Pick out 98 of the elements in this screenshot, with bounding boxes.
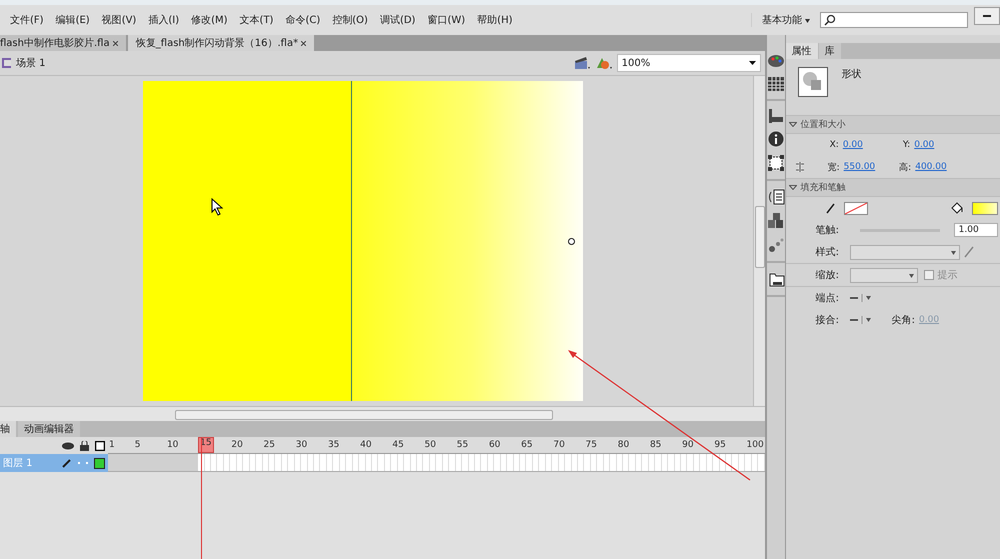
- align-icon[interactable]: [768, 109, 784, 123]
- menu-item[interactable]: 文本(T): [234, 13, 280, 27]
- close-icon[interactable]: [112, 41, 118, 46]
- x-value[interactable]: 0.00: [842, 140, 863, 150]
- document-tab[interactable]: 恢复_flash制作闪动背景（16）.fla*: [128, 35, 314, 51]
- stroke-swatch[interactable]: [844, 202, 868, 214]
- frame-number[interactable]: 100: [746, 440, 765, 450]
- join-style-dropdown[interactable]: [850, 316, 872, 324]
- scene-label: 场景 1: [16, 56, 46, 70]
- field-label: 笔触:: [816, 224, 840, 237]
- field-label: 缩放:: [816, 268, 840, 282]
- eye-icon[interactable]: [62, 442, 74, 450]
- scrollbar-thumb[interactable]: [754, 206, 765, 268]
- gradient-handle[interactable]: [568, 238, 575, 245]
- clapperboard-icon[interactable]: [572, 55, 591, 71]
- width-value[interactable]: 550.00: [844, 162, 876, 172]
- frame-number[interactable]: 75: [584, 440, 598, 450]
- frame-number[interactable]: 10: [166, 440, 180, 450]
- palette-icon[interactable]: [766, 53, 785, 69]
- playhead-line[interactable]: [201, 438, 202, 559]
- menu-item[interactable]: 编辑(E): [50, 13, 96, 27]
- field-label: X:: [830, 140, 839, 150]
- hint-checkbox[interactable]: [924, 270, 934, 280]
- pencil-icon: [62, 458, 72, 468]
- frame-number[interactable]: 25: [262, 440, 276, 450]
- search-icon: [824, 14, 836, 26]
- menu-item[interactable]: 帮助(H): [471, 13, 518, 27]
- field-label: 样式:: [816, 246, 840, 259]
- grid-icon[interactable]: [768, 77, 784, 91]
- frame-number[interactable]: 50: [424, 440, 437, 450]
- y-value[interactable]: 0.00: [914, 140, 934, 150]
- frame-number[interactable]: 70: [552, 440, 566, 450]
- panel-tab[interactable]: 属性: [786, 43, 818, 59]
- dots-icon[interactable]: [768, 237, 784, 253]
- panel-tab[interactable]: 轴: [0, 421, 16, 437]
- section-header[interactable]: 位置和大小: [786, 116, 1000, 134]
- frame-number[interactable]: 30: [294, 440, 308, 450]
- lock-icon[interactable]: [80, 440, 89, 450]
- search-field[interactable]: [820, 12, 968, 28]
- outline-icon[interactable]: [95, 440, 105, 450]
- pencil-icon[interactable]: [826, 202, 836, 214]
- cursor-icon: [211, 198, 225, 216]
- checkbox-label: 提示: [938, 269, 958, 282]
- fill-swatch[interactable]: [972, 202, 998, 214]
- panel-tab[interactable]: 库: [818, 43, 841, 59]
- components-icon[interactable]: [768, 213, 784, 229]
- menu-item[interactable]: 视图(V): [96, 13, 142, 27]
- frame-number[interactable]: 35: [326, 440, 340, 450]
- menu-item[interactable]: 修改(M): [185, 13, 234, 27]
- transform-icon[interactable]: [768, 155, 784, 171]
- menu-item[interactable]: 插入(I): [142, 13, 186, 27]
- frame-number[interactable]: 85: [648, 440, 662, 450]
- stroke-input[interactable]: 1.00: [954, 223, 998, 237]
- cap-style-dropdown[interactable]: [850, 294, 872, 302]
- caret-icon: [908, 274, 914, 278]
- layer-color-swatch[interactable]: [94, 458, 105, 468]
- link-icon[interactable]: [794, 162, 806, 172]
- section-header[interactable]: 填充和笔触: [786, 179, 1000, 197]
- frame-number[interactable]: 45: [391, 440, 405, 450]
- menu-item[interactable]: 文件(F): [4, 13, 50, 27]
- field-label: 高:: [899, 162, 912, 174]
- movie-folder-icon[interactable]: [766, 271, 785, 287]
- zoom-dropdown[interactable]: 100%: [616, 54, 761, 72]
- panel-tab[interactable]: 动画编辑器: [18, 421, 80, 437]
- minimize-button[interactable]: [974, 7, 1000, 25]
- frame-number[interactable]: 95: [713, 440, 727, 450]
- collapse-triangle-icon: [788, 122, 797, 127]
- caret-icon: [950, 250, 956, 254]
- scrollbar-thumb[interactable]: [175, 410, 553, 420]
- menu-item[interactable]: 窗口(W): [421, 13, 472, 27]
- height-value[interactable]: 400.00: [915, 162, 947, 172]
- paint-bucket-icon[interactable]: [950, 202, 964, 214]
- caret-icon: [805, 19, 810, 23]
- info-icon[interactable]: [768, 131, 784, 147]
- frame-number[interactable]: 60: [488, 440, 502, 450]
- field-label: 宽:: [828, 162, 840, 174]
- document-tab[interactable]: flash中制作电影胶片.fla: [0, 35, 126, 51]
- field-label: 端点:: [816, 292, 840, 305]
- frame-number[interactable]: 40: [359, 440, 373, 450]
- frame-number[interactable]: 80: [616, 440, 630, 450]
- layer-name: 图层 1: [3, 457, 33, 470]
- menu-item[interactable]: 命令(C): [279, 13, 326, 27]
- frame-number[interactable]: 1: [108, 440, 116, 450]
- frame-number[interactable]: 55: [456, 440, 470, 450]
- field-label: 接合:: [816, 314, 840, 327]
- shape-icon: [798, 67, 828, 97]
- menu-item[interactable]: 调试(D): [374, 13, 422, 27]
- frame-number[interactable]: 20: [230, 440, 244, 450]
- field-label: Y:: [902, 140, 910, 150]
- frame-number[interactable]: 90: [681, 440, 695, 450]
- object-type-label: 形状: [842, 68, 862, 81]
- field-label: 尖角:: [892, 314, 915, 327]
- menu-item[interactable]: 控制(O): [326, 13, 374, 27]
- frame-number[interactable]: 65: [520, 440, 534, 450]
- close-icon[interactable]: [301, 41, 306, 46]
- frame-number[interactable]: 5: [134, 440, 142, 450]
- code-snippet-icon[interactable]: [766, 189, 785, 205]
- collapse-triangle-icon: [788, 185, 797, 190]
